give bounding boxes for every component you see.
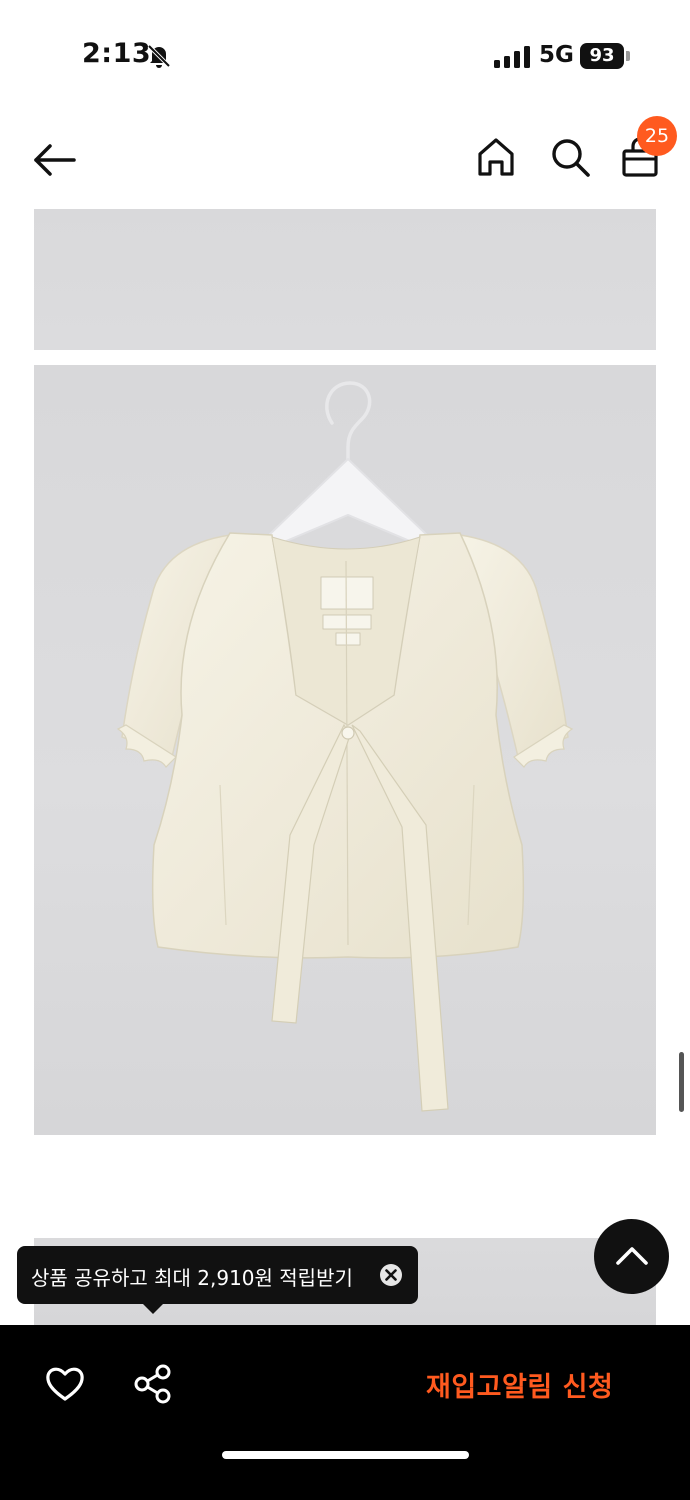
status-time: 2:13 (82, 38, 152, 69)
product-image-blouse[interactable] (34, 365, 656, 1135)
cart-count-badge: 25 (637, 116, 677, 156)
scrollbar[interactable] (679, 1052, 684, 1112)
scroll-to-top-button[interactable] (594, 1219, 669, 1294)
close-icon[interactable] (379, 1263, 403, 1287)
heart-icon[interactable] (44, 1363, 86, 1405)
bottom-action-bar: 재입고알림 신청 (0, 1325, 690, 1500)
bell-off-icon (147, 44, 171, 68)
status-bar: 2:13 5G 93 (0, 0, 690, 100)
blouse-photo (116, 381, 574, 1112)
signal-icon (494, 46, 530, 68)
back-arrow-icon[interactable] (32, 137, 78, 183)
network-type: 5G (539, 42, 574, 68)
share-reward-tooltip: 상품 공유하고 최대 2,910원 적립받기 (17, 1246, 418, 1304)
battery-indicator: 93 (580, 43, 624, 69)
top-navigation (0, 115, 690, 205)
home-indicator[interactable] (222, 1451, 469, 1459)
share-icon[interactable] (132, 1363, 174, 1405)
product-image-top (34, 209, 656, 350)
search-icon[interactable] (548, 135, 592, 179)
battery-cap (626, 51, 630, 61)
chevron-up-icon (616, 1247, 648, 1265)
restock-alert-button[interactable]: 재입고알림 신청 (426, 1365, 613, 1404)
home-icon[interactable] (474, 135, 518, 179)
tooltip-arrow (142, 1303, 164, 1314)
tooltip-text: 상품 공유하고 최대 2,910원 적립받기 (31, 1266, 353, 1290)
